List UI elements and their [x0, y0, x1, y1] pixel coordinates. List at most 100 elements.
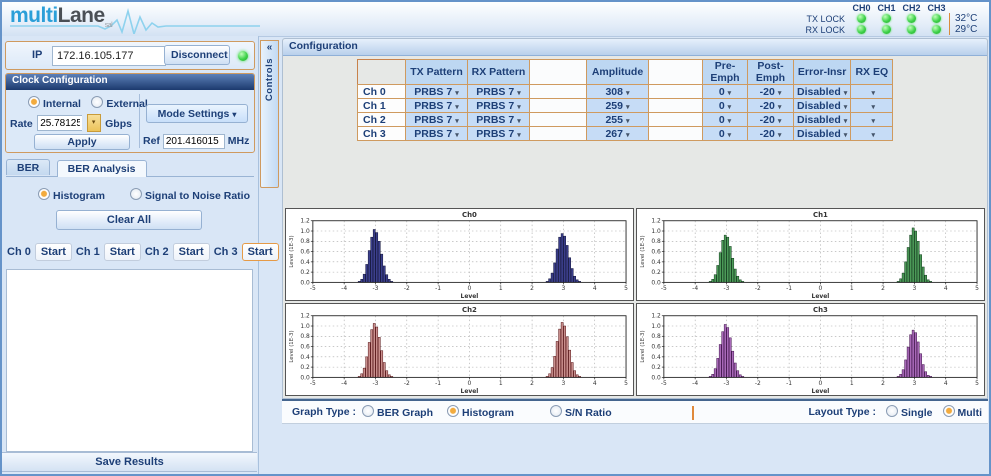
svg-text:0.2: 0.2 [300, 270, 310, 276]
dropdown-arrow-icon: ▾ [778, 132, 782, 139]
svg-text:0.0: 0.0 [651, 375, 661, 381]
dropdown-arrow-icon: ▾ [872, 118, 876, 125]
svg-text:1.2: 1.2 [651, 314, 661, 320]
mode-settings-button[interactable]: Mode Settings ▾ [146, 104, 248, 123]
radio-ber-graph[interactable]: BER Graph [362, 405, 433, 419]
rate-dropdown-button[interactable]: ▾ [87, 114, 101, 132]
tx-lock-led-ch2 [907, 14, 916, 23]
rx-eq-select[interactable]: ▾ [851, 127, 893, 141]
svg-text:-3: -3 [724, 381, 730, 387]
svg-text:0.0: 0.0 [651, 280, 661, 286]
controls-collapse-tab[interactable]: « Controls [260, 40, 279, 188]
clock-configuration-box: Clock Configuration Internal External Ra… [5, 73, 255, 153]
tx-pattern-select[interactable]: PRBS 7▾ [406, 127, 468, 141]
controls-tab-label: Controls [264, 58, 275, 101]
radio-signal-to-noise[interactable]: Signal to Noise Ratio [130, 186, 250, 204]
svg-text:Ch2: Ch2 [462, 306, 477, 314]
error-insr-select[interactable]: Disabled▾ [794, 99, 851, 113]
rx-pattern-select[interactable]: PRBS 7▾ [468, 113, 530, 127]
svg-text:-5: -5 [661, 381, 667, 387]
tab-ber-analysis[interactable]: BER Analysis [57, 160, 147, 177]
multilane-app-window: multiLanesal CH0 CH1 CH2 CH3 TX LOCK 32°… [0, 0, 991, 476]
channel-label-ch0: CH0 [849, 3, 874, 13]
collapse-chevron-icon: « [267, 42, 273, 53]
svg-text:-4: -4 [692, 381, 698, 387]
rx-pattern-select[interactable]: PRBS 7▾ [468, 99, 530, 113]
rx-eq-select[interactable]: ▾ [851, 113, 893, 127]
svg-text:-4: -4 [692, 286, 698, 292]
post-emph-select[interactable]: -20▾ [748, 85, 794, 99]
rx-lock-led-ch2 [907, 25, 916, 34]
error-insr-select[interactable]: Disabled▾ [794, 127, 851, 141]
pre-emph-select[interactable]: 0▾ [703, 127, 748, 141]
channel-row-label: Ch 0 [358, 85, 406, 99]
svg-text:0.2: 0.2 [651, 365, 661, 371]
radio-single-layout[interactable]: Single [886, 405, 933, 419]
dropdown-arrow-icon: ▾ [778, 90, 782, 97]
svg-text:0.6: 0.6 [651, 345, 661, 351]
clear-all-button[interactable]: Clear All [56, 210, 202, 230]
ch3-start-button[interactable]: Start [242, 243, 279, 261]
svg-text:Level (1E-3): Level (1E-3) [289, 330, 295, 362]
radio-snr-icon [130, 188, 142, 200]
save-results-button[interactable]: Save Results [2, 452, 257, 472]
svg-text:4: 4 [944, 286, 948, 292]
pre-emph-select[interactable]: 0▾ [703, 99, 748, 113]
pre-emph-select[interactable]: 0▾ [703, 85, 748, 99]
rate-input[interactable] [37, 115, 82, 131]
radio-histogram-graph[interactable]: Histogram [447, 405, 514, 419]
svg-text:3: 3 [562, 286, 566, 292]
svg-text:Level: Level [461, 294, 479, 300]
ch0-start-button[interactable]: Start [35, 243, 72, 261]
app-header: multiLanesal CH0 CH1 CH2 CH3 TX LOCK 32°… [2, 2, 989, 37]
tab-ber[interactable]: BER [6, 159, 50, 175]
tx-pattern-select[interactable]: PRBS 7▾ [406, 85, 468, 99]
connection-box: IP Disconnect [5, 41, 255, 70]
ch1-start-button[interactable]: Start [104, 243, 141, 261]
rx-pattern-select[interactable]: PRBS 7▾ [468, 127, 530, 141]
rx-eq-select[interactable]: ▾ [851, 99, 893, 113]
channel-label-ch2: CH2 [899, 3, 924, 13]
radio-external[interactable]: External [91, 94, 147, 111]
amplitude-select[interactable]: 308▾ [587, 85, 649, 99]
ch3-label: Ch 3 [214, 246, 238, 258]
amplitude-select[interactable]: 259▾ [587, 99, 649, 113]
amplitude-select[interactable]: 267▾ [587, 127, 649, 141]
post-emph-select[interactable]: -20▾ [748, 113, 794, 127]
amplitude-select[interactable]: 255▾ [587, 113, 649, 127]
svg-text:-1: -1 [786, 286, 792, 292]
error-insr-select[interactable]: Disabled▾ [794, 113, 851, 127]
disconnect-button[interactable]: Disconnect [164, 45, 230, 65]
dropdown-arrow-icon: ▾ [455, 90, 459, 97]
ref-frequency-input[interactable] [163, 134, 225, 149]
ch1-label: Ch 1 [76, 246, 100, 258]
radio-multi-layout[interactable]: Multi [943, 405, 983, 419]
svg-text:0: 0 [819, 381, 823, 387]
dropdown-arrow-icon: ▾ [728, 132, 732, 139]
tx-pattern-select[interactable]: PRBS 7▾ [406, 113, 468, 127]
histogram-chart-ch0: -5-4-3-2-10123450.00.20.40.60.81.01.2Ch0… [285, 208, 634, 301]
post-emph-select[interactable]: -20▾ [748, 99, 794, 113]
tx-pattern-select[interactable]: PRBS 7▾ [406, 99, 468, 113]
svg-text:Level (1E-3): Level (1E-3) [289, 235, 295, 267]
ch2-start-button[interactable]: Start [173, 243, 210, 261]
svg-text:-1: -1 [435, 381, 441, 387]
post-emph-select[interactable]: -20▾ [748, 127, 794, 141]
svg-text:-3: -3 [373, 381, 379, 387]
dropdown-arrow-icon: ▾ [626, 104, 630, 111]
rx-pattern-select[interactable]: PRBS 7▾ [468, 85, 530, 99]
radio-internal[interactable]: Internal [28, 94, 81, 111]
ip-input[interactable] [52, 46, 166, 66]
svg-text:1.0: 1.0 [300, 229, 310, 235]
column-header-rx-pattern: RX Pattern [468, 60, 530, 85]
svg-text:Level: Level [461, 389, 479, 395]
error-insr-select[interactable]: Disabled▾ [794, 85, 851, 99]
radio-histogram[interactable]: Histogram [38, 186, 105, 204]
svg-text:0.6: 0.6 [300, 345, 310, 351]
radio-sn-ratio[interactable]: S/N Ratio [550, 405, 612, 419]
rx-eq-select[interactable]: ▾ [851, 85, 893, 99]
apply-button[interactable]: Apply [34, 134, 130, 150]
pre-emph-select[interactable]: 0▾ [703, 113, 748, 127]
channel-label-ch3: CH3 [924, 3, 949, 13]
configuration-panel-title: Configuration [283, 39, 987, 56]
